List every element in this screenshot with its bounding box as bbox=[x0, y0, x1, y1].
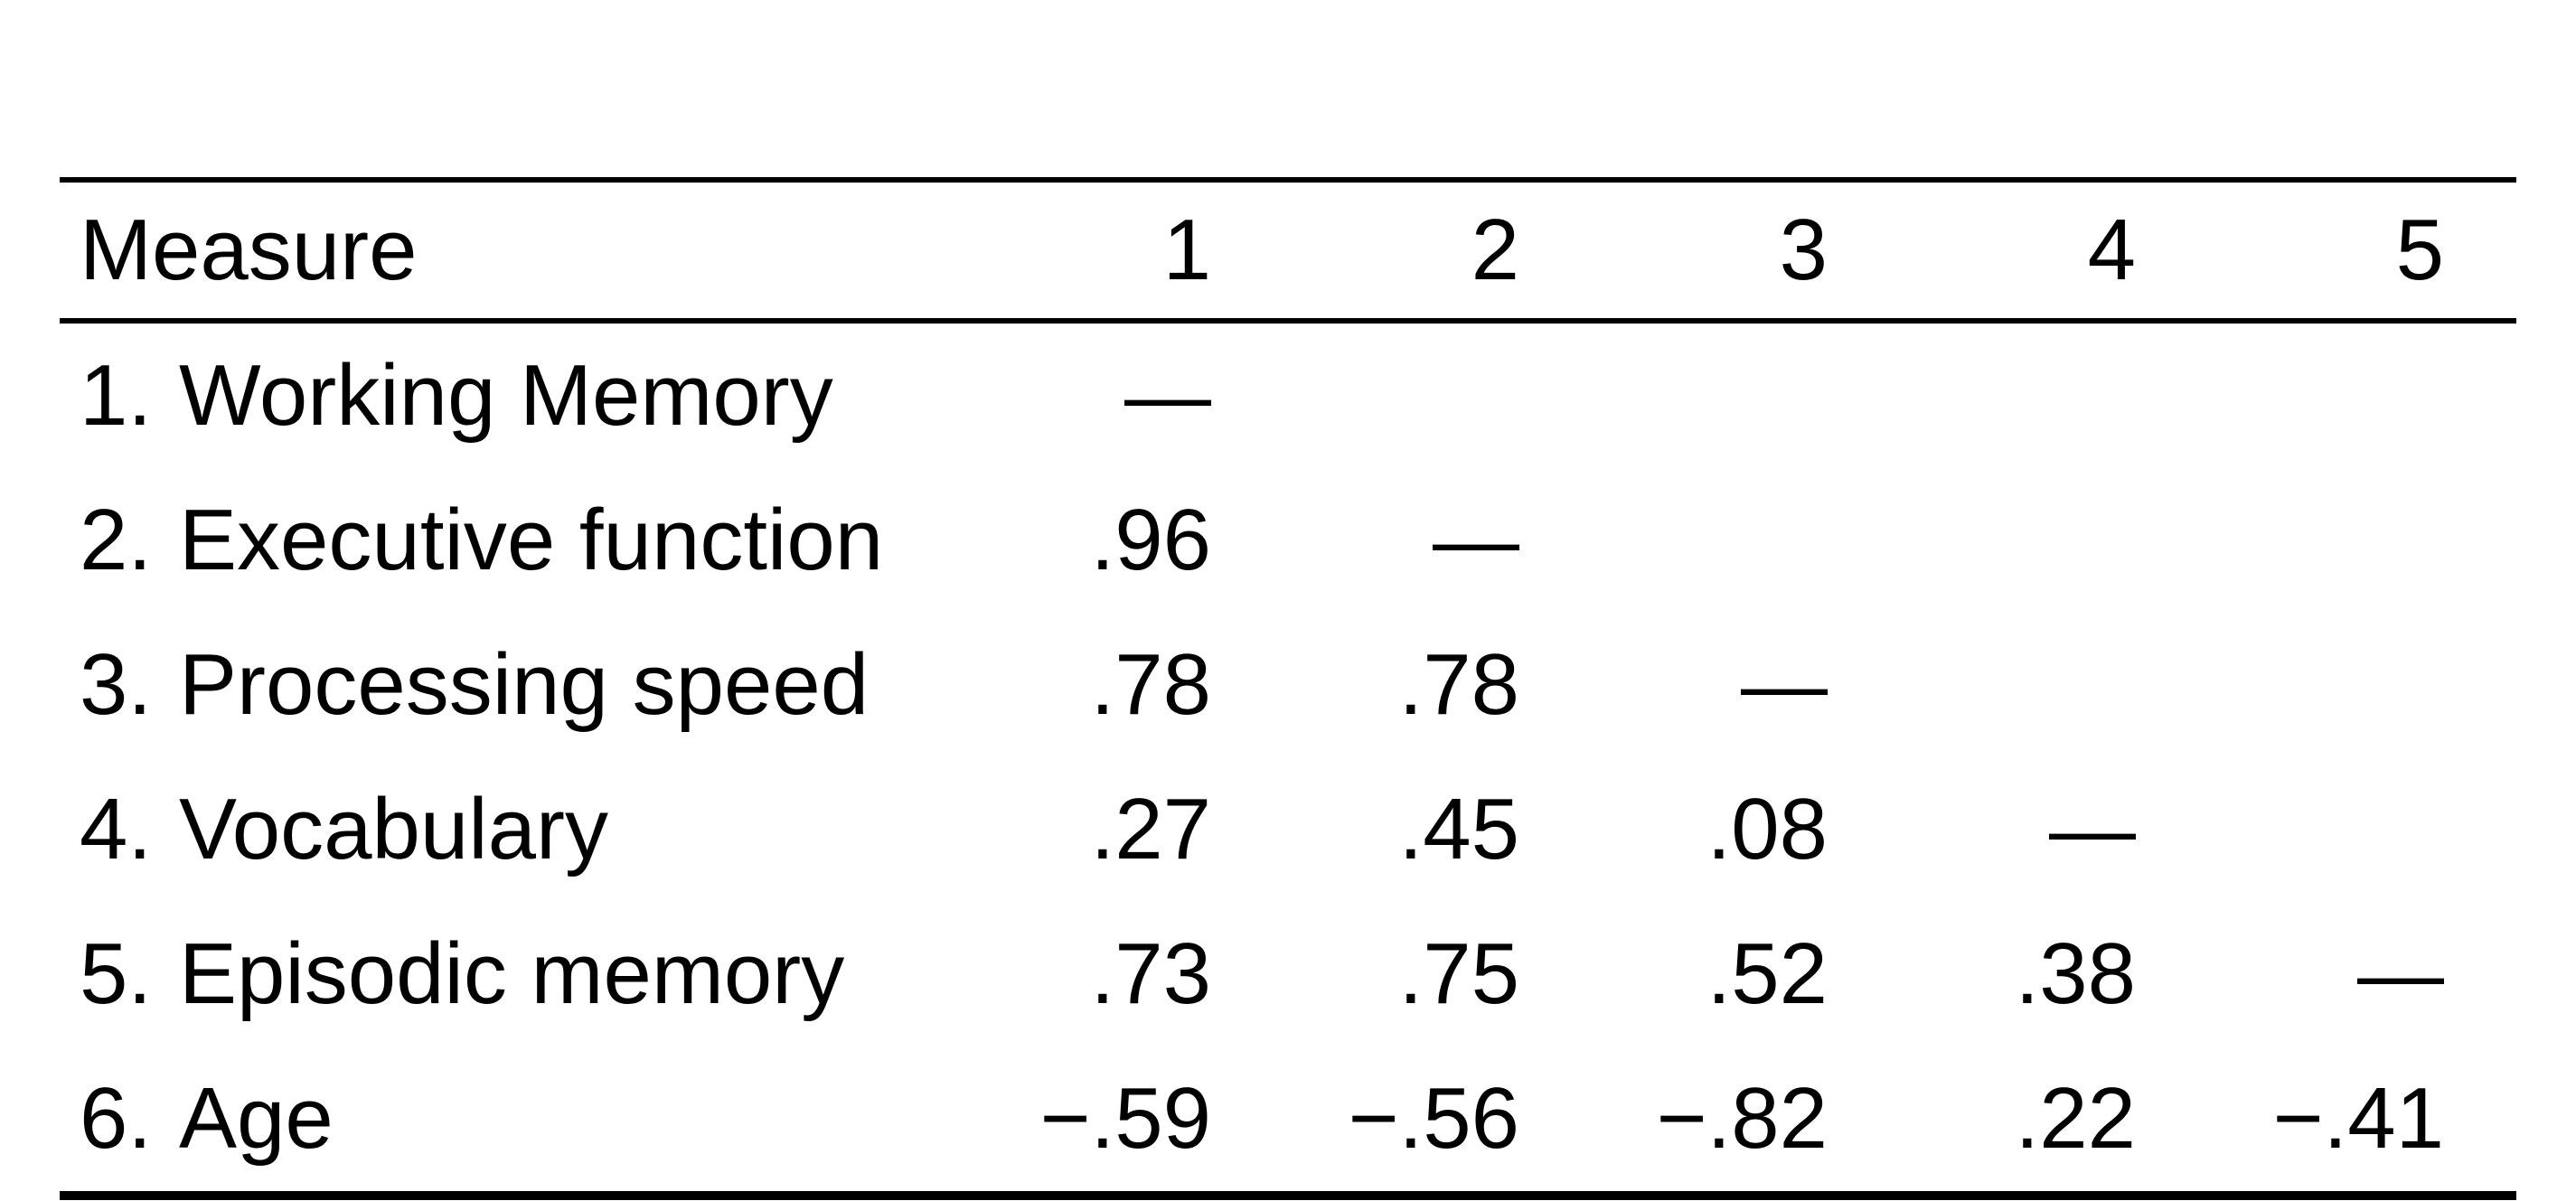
row-number: 5. bbox=[80, 924, 179, 1024]
row-name: Executive function bbox=[179, 492, 883, 588]
header-col-5: 5 bbox=[2208, 180, 2516, 321]
cell bbox=[1592, 468, 1900, 613]
cell bbox=[1900, 468, 2208, 613]
header-col-3: 3 bbox=[1592, 180, 1900, 321]
row-number: 2. bbox=[80, 491, 179, 590]
table-header-row: Measure 1 2 3 4 5 bbox=[60, 180, 2516, 321]
row-name: Vocabulary bbox=[179, 781, 608, 877]
row-number: 4. bbox=[80, 780, 179, 879]
cell bbox=[1900, 613, 2208, 757]
header-col-4: 4 bbox=[1900, 180, 2208, 321]
cell bbox=[1900, 321, 2208, 468]
cell: −.41 bbox=[2208, 1046, 2516, 1196]
row-name: Age bbox=[179, 1070, 334, 1167]
cell: .78 bbox=[1283, 613, 1592, 757]
cell bbox=[2208, 613, 2516, 757]
cell: .38 bbox=[1900, 902, 2208, 1046]
cell bbox=[2208, 321, 2516, 468]
cell: .22 bbox=[1900, 1046, 2208, 1196]
cell: .75 bbox=[1283, 902, 1592, 1046]
table-row: 3.Processing speed .78 .78 — bbox=[60, 613, 2516, 757]
table-row: 2.Executive function .96 — bbox=[60, 468, 2516, 613]
cell: — bbox=[975, 321, 1283, 468]
cell: .27 bbox=[975, 757, 1283, 902]
row-number: 6. bbox=[80, 1069, 179, 1168]
cell: — bbox=[1592, 613, 1900, 757]
table-body: 1.Working Memory — 2.Executive function … bbox=[60, 321, 2516, 1196]
cell: .78 bbox=[975, 613, 1283, 757]
row-number: 3. bbox=[80, 635, 179, 735]
cell: .52 bbox=[1592, 902, 1900, 1046]
cell bbox=[2208, 757, 2516, 902]
table-row: 6.Age −.59 −.56 −.82 .22 −.41 bbox=[60, 1046, 2516, 1196]
row-name: Episodic memory bbox=[179, 925, 844, 1022]
cell: — bbox=[1283, 468, 1592, 613]
cell: .08 bbox=[1592, 757, 1900, 902]
row-label: 5.Episodic memory bbox=[60, 902, 975, 1046]
row-label: 4.Vocabulary bbox=[60, 757, 975, 902]
cell bbox=[1592, 321, 1900, 468]
cell: −.56 bbox=[1283, 1046, 1592, 1196]
row-name: Processing speed bbox=[179, 636, 869, 733]
header-measure: Measure bbox=[60, 180, 975, 321]
cell: .73 bbox=[975, 902, 1283, 1046]
header-col-1: 1 bbox=[975, 180, 1283, 321]
row-name: Working Memory bbox=[179, 347, 833, 444]
table-row: 5.Episodic memory .73 .75 .52 .38 — bbox=[60, 902, 2516, 1046]
row-label: 1.Working Memory bbox=[60, 321, 975, 468]
cell bbox=[1283, 321, 1592, 468]
row-label: 3.Processing speed bbox=[60, 613, 975, 757]
cell bbox=[2208, 468, 2516, 613]
cell: .96 bbox=[975, 468, 1283, 613]
cell: — bbox=[1900, 757, 2208, 902]
correlation-table: Measure 1 2 3 4 5 1.Working Memory — bbox=[60, 177, 2516, 1200]
cell: — bbox=[2208, 902, 2516, 1046]
header-col-2: 2 bbox=[1283, 180, 1592, 321]
table-container: Measure 1 2 3 4 5 1.Working Memory — bbox=[0, 0, 2576, 1201]
cell: −.59 bbox=[975, 1046, 1283, 1196]
row-number: 1. bbox=[80, 346, 179, 446]
row-label: 2.Executive function bbox=[60, 468, 975, 613]
row-label: 6.Age bbox=[60, 1046, 975, 1196]
cell: −.82 bbox=[1592, 1046, 1900, 1196]
table-row: 4.Vocabulary .27 .45 .08 — bbox=[60, 757, 2516, 902]
table-row: 1.Working Memory — bbox=[60, 321, 2516, 468]
cell: .45 bbox=[1283, 757, 1592, 902]
